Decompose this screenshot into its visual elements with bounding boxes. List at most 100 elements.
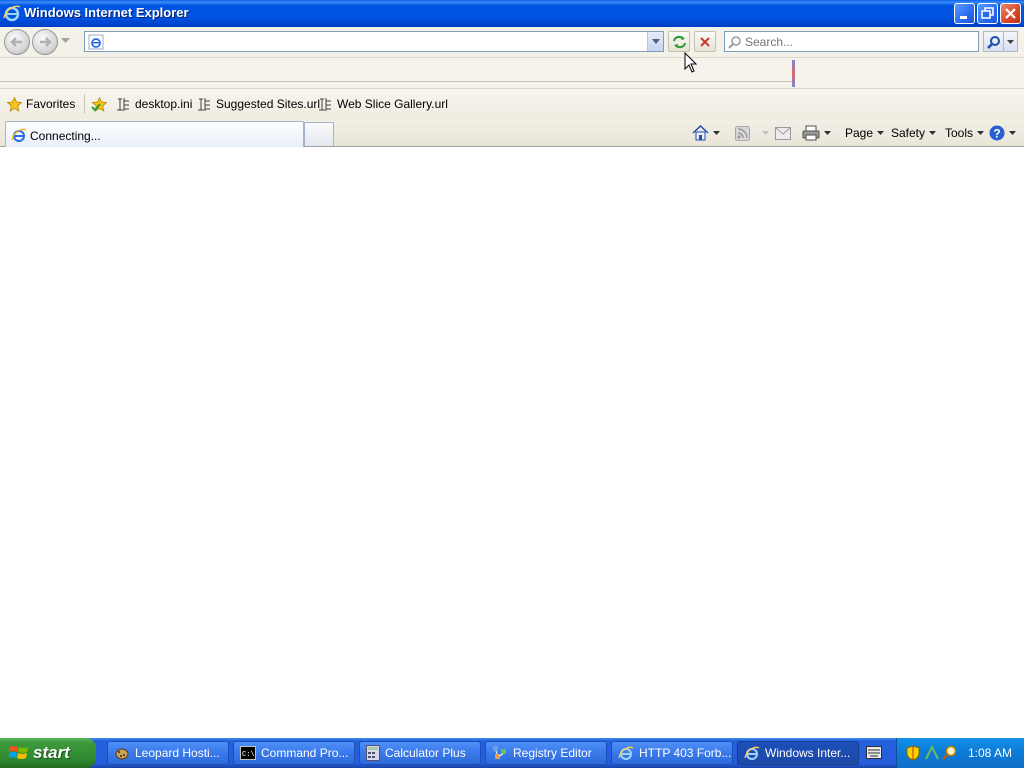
toolbar-strip — [0, 58, 1024, 89]
printer-icon — [802, 125, 820, 141]
ie-icon — [744, 746, 760, 760]
tab-bar: Connecting... Page Safety Tools ? — [0, 119, 1024, 147]
system-tray: 1:08 AM — [896, 738, 1024, 768]
restore-icon — [981, 7, 994, 19]
search-icon — [728, 36, 741, 49]
network-icon[interactable] — [924, 745, 940, 761]
address-input[interactable] — [107, 33, 647, 50]
search-input[interactable] — [745, 33, 975, 50]
stop-button[interactable] — [694, 31, 716, 52]
add-favorite-star-icon — [91, 96, 108, 112]
minimize-icon — [960, 16, 967, 19]
security-shield-icon[interactable] — [906, 745, 920, 761]
favorites-button[interactable]: Favorites — [7, 96, 75, 112]
keyboard-language-icon[interactable] — [866, 746, 882, 759]
tab-connecting[interactable]: Connecting... — [5, 121, 304, 147]
chevron-down-icon — [877, 131, 885, 135]
taskbar-item-command-prompt[interactable]: C:\ Command Pro... — [233, 741, 355, 765]
taskbar: start Leopard Hosti... C:\ Command Pro..… — [0, 738, 1024, 768]
navigation-bar — [0, 27, 1024, 58]
favorites-bar: Favorites desktop.ini Suggested Sites.ur… — [0, 89, 1024, 119]
search-go-button[interactable] — [983, 31, 1004, 52]
address-bar[interactable] — [84, 31, 664, 52]
mouse-pointer-icon — [684, 52, 698, 73]
ie-logo-icon — [3, 5, 21, 22]
taskbar-item-windows-internet-explorer[interactable]: Windows Inter... — [737, 741, 859, 765]
chevron-down-icon — [929, 131, 937, 135]
toolbar-resize-handle[interactable] — [792, 60, 795, 87]
home-button[interactable] — [692, 124, 720, 142]
chevron-down-icon — [977, 131, 985, 135]
safety-menu-button[interactable]: Safety — [891, 124, 937, 142]
page-ie-icon — [88, 34, 104, 50]
favorite-link-label: Suggested Sites.url — [216, 97, 321, 111]
magnifier-icon — [987, 36, 1000, 49]
task-label: Leopard Hosti... — [135, 746, 220, 760]
stop-icon — [700, 37, 710, 47]
refresh-button[interactable] — [668, 31, 690, 52]
taskbar-item-http-403[interactable]: HTTP 403 Forb... — [611, 741, 733, 765]
registry-icon — [493, 746, 506, 759]
title-bar[interactable]: Windows Internet Explorer — [0, 0, 1024, 27]
task-label: Registry Editor — [513, 746, 592, 760]
chevron-down-icon — [652, 39, 660, 44]
favorites-star-icon — [7, 96, 22, 112]
add-to-favorites-bar-button[interactable] — [91, 96, 112, 112]
chevron-down-icon[interactable] — [713, 131, 720, 135]
close-window-button[interactable] — [1000, 3, 1021, 24]
windows-flag-icon — [9, 746, 28, 759]
toolbar-divider — [0, 81, 792, 82]
command-prompt-icon: C:\ — [240, 746, 256, 760]
read-mail-button[interactable] — [775, 124, 791, 142]
tab-label: Connecting... — [30, 129, 101, 143]
favorite-link-suggested-sites[interactable]: Suggested Sites.url — [197, 96, 320, 112]
refresh-icon — [673, 35, 686, 49]
new-tab-button[interactable] — [304, 122, 334, 146]
safety-menu-label: Safety — [891, 126, 926, 140]
chevron-down-icon — [1009, 131, 1016, 135]
svg-text:?: ? — [993, 127, 1000, 141]
page-menu-label: Page — [845, 126, 874, 140]
task-label: HTTP 403 Forb... — [639, 746, 732, 760]
mail-icon — [775, 126, 791, 140]
favorites-separator — [84, 94, 85, 114]
tools-menu-button[interactable]: Tools — [945, 124, 985, 142]
restore-button[interactable] — [977, 3, 998, 24]
file-link-icon — [198, 97, 210, 111]
magnifier-tray-icon[interactable] — [942, 745, 958, 761]
tools-menu-label: Tools — [945, 126, 974, 140]
start-label: start — [33, 743, 70, 762]
home-icon — [692, 125, 709, 141]
window-title: Windows Internet Explorer — [24, 5, 189, 20]
taskbar-item-calculator-plus[interactable]: Calculator Plus — [359, 741, 481, 765]
favorite-link-desktop-ini[interactable]: desktop.ini — [116, 96, 192, 112]
back-button[interactable] — [4, 29, 30, 55]
start-button[interactable]: start — [0, 738, 96, 768]
chevron-down-icon — [762, 131, 769, 135]
search-options-button[interactable] — [1004, 31, 1018, 52]
favorite-link-label: Web Slice Gallery.url — [337, 97, 448, 111]
search-box[interactable] — [724, 31, 979, 52]
chevron-down-icon — [1007, 40, 1014, 44]
ie-icon — [618, 746, 634, 760]
taskbar-item-registry-editor[interactable]: Registry Editor — [485, 741, 607, 765]
taskbar-item-leopard-hosting[interactable]: Leopard Hosti... — [107, 741, 229, 765]
leopard-icon — [115, 748, 129, 760]
forward-button[interactable] — [32, 29, 58, 55]
feeds-button[interactable] — [735, 124, 769, 142]
page-content-area[interactable] — [0, 148, 1024, 738]
help-button[interactable]: ? — [989, 124, 1016, 142]
file-link-icon — [117, 97, 129, 111]
favorite-link-web-slice-gallery[interactable]: Web Slice Gallery.url — [318, 96, 448, 112]
clock: 1:08 AM — [968, 746, 1013, 760]
back-arrow-icon — [10, 37, 22, 47]
page-menu-button[interactable]: Page — [845, 124, 885, 142]
recent-pages-dropdown-icon[interactable] — [61, 38, 70, 44]
svg-text:C:\: C:\ — [242, 751, 255, 759]
favorites-label: Favorites — [26, 97, 76, 111]
minimize-button[interactable] — [954, 3, 975, 24]
print-button[interactable] — [802, 124, 831, 142]
address-dropdown-button[interactable] — [647, 32, 663, 51]
chevron-down-icon[interactable] — [824, 131, 831, 135]
task-label: Windows Inter... — [765, 746, 851, 760]
